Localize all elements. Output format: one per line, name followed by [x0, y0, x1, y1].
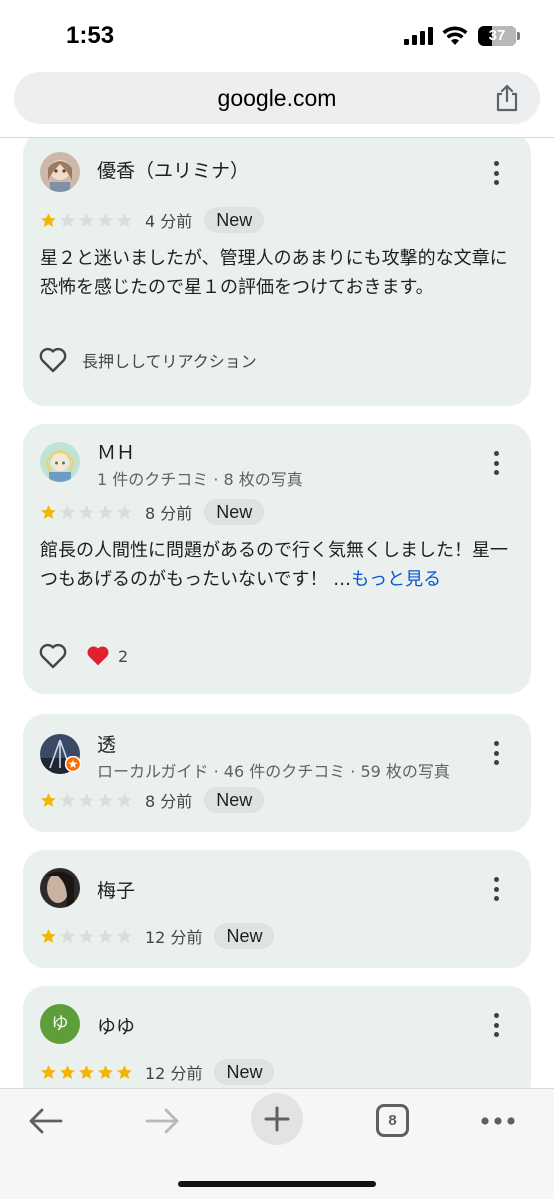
- back-button[interactable]: [20, 1101, 72, 1141]
- address-bar[interactable]: google.com: [14, 72, 540, 124]
- star-empty-icon: [98, 212, 113, 227]
- review-time: 12 分前: [145, 1064, 203, 1083]
- reaction-hint: 長押ししてリアクション: [82, 352, 257, 371]
- tab-switcher-button[interactable]: 8: [376, 1104, 409, 1137]
- review-card: ゆ ゆゆ 12 分前 New: [23, 986, 531, 1088]
- avatar[interactable]: ゆ: [40, 1004, 80, 1044]
- red-heart-reaction-icon[interactable]: [86, 645, 110, 667]
- reaction-row: 長押ししてリアクション: [38, 344, 257, 376]
- review-card: ＭＨ 1 件のクチコミ · 8 枚の写真 8 分前 New 館長の人間性に問題が…: [23, 424, 531, 694]
- star-filled-icon: [41, 792, 56, 807]
- star-rating: [40, 504, 133, 521]
- more-horizontal-icon: [481, 1117, 515, 1125]
- reaction-count: 2: [118, 646, 129, 666]
- review-card: 優香（ユリミナ） 4 分前 New 星２と迷いましたが、管理人のあまりにも攻撃的…: [23, 138, 531, 406]
- star-empty-icon: [60, 928, 75, 943]
- new-tab-button[interactable]: [251, 1093, 303, 1145]
- star-empty-icon: [60, 504, 75, 519]
- browser-toolbar: 8: [0, 1088, 554, 1199]
- star-rating: [40, 1064, 133, 1081]
- star-empty-icon: [60, 212, 75, 227]
- star-rating: [40, 928, 133, 945]
- local-guide-badge-icon: [65, 756, 81, 772]
- new-badge: New: [204, 787, 265, 813]
- star-rating: [40, 792, 133, 809]
- read-more-link[interactable]: もっと見る: [351, 569, 441, 590]
- star-empty-icon: [117, 212, 132, 227]
- avatar[interactable]: [40, 868, 80, 908]
- star-filled-icon: [41, 1064, 56, 1079]
- new-badge: New: [214, 1059, 275, 1085]
- star-empty-icon: [79, 928, 94, 943]
- more-options-icon[interactable]: [485, 158, 507, 188]
- reviewer-name[interactable]: 優香（ユリミナ）: [97, 156, 249, 183]
- more-options-icon[interactable]: [485, 874, 507, 904]
- reviewer-name[interactable]: ＭＨ: [97, 438, 135, 465]
- star-filled-icon: [117, 1064, 132, 1079]
- avatar[interactable]: [40, 152, 80, 192]
- reviewer-name[interactable]: ゆゆ: [97, 1012, 135, 1039]
- menu-button[interactable]: [472, 1101, 524, 1141]
- star-filled-icon: [41, 928, 56, 943]
- star-filled-icon: [60, 1064, 75, 1079]
- more-options-icon[interactable]: [485, 1010, 507, 1040]
- star-empty-icon: [79, 792, 94, 807]
- review-text: 星２と迷いましたが、管理人のあまりにも攻撃的な文章に恐怖を感じたので星１の評価を…: [40, 248, 508, 298]
- star-empty-icon: [79, 212, 94, 227]
- reviewer-stats: 1 件のクチコミ · 8 枚の写真: [97, 470, 303, 489]
- new-badge: New: [204, 499, 265, 525]
- more-options-icon[interactable]: [485, 448, 507, 478]
- review-time: 12 分前: [145, 928, 203, 947]
- reviews-feed[interactable]: 優香（ユリミナ） 4 分前 New 星２と迷いましたが、管理人のあまりにも攻撃的…: [0, 138, 554, 1088]
- home-indicator[interactable]: [178, 1181, 376, 1187]
- star-rating: [40, 212, 133, 229]
- rating-row: 4 分前 New: [40, 206, 265, 234]
- review-text: 館長の人間性に問題があるので行く気無くしました！星一つもあげるのがもったいないで…: [40, 536, 514, 594]
- star-empty-icon: [98, 504, 113, 519]
- star-empty-icon: [60, 792, 75, 807]
- new-badge: New: [214, 923, 275, 949]
- star-empty-icon: [117, 792, 132, 807]
- review-time: 8 分前: [145, 792, 193, 811]
- status-time: 1:53: [66, 22, 115, 49]
- like-heart-icon[interactable]: [38, 346, 68, 374]
- review-card: 梅子 12 分前 New: [23, 850, 531, 968]
- star-filled-icon: [41, 212, 56, 227]
- avatar[interactable]: [40, 442, 80, 482]
- star-filled-icon: [41, 504, 56, 519]
- like-heart-icon[interactable]: [38, 642, 68, 670]
- plus-icon: [264, 1106, 290, 1132]
- battery-icon: 37: [478, 26, 520, 46]
- cellular-signal-icon: [404, 27, 434, 45]
- avatar-letter: ゆ: [51, 1014, 69, 1034]
- star-empty-icon: [117, 928, 132, 943]
- share-icon[interactable]: [494, 84, 520, 112]
- arrow-left-icon: [29, 1108, 63, 1134]
- star-filled-icon: [98, 1064, 113, 1079]
- star-empty-icon: [98, 792, 113, 807]
- more-options-icon[interactable]: [485, 738, 507, 768]
- reviewer-name[interactable]: 梅子: [97, 876, 135, 903]
- review-time: 4 分前: [145, 212, 193, 231]
- url-text[interactable]: google.com: [14, 72, 540, 124]
- star-filled-icon: [79, 1064, 94, 1079]
- reaction-row: 2: [38, 640, 128, 672]
- rating-row: 8 分前 New: [40, 498, 265, 526]
- review-card: 透 ローカルガイド · 46 件のクチコミ · 59 枚の写真 8 分前 New: [23, 714, 531, 832]
- star-empty-icon: [98, 928, 113, 943]
- status-bar: 1:53 37: [0, 0, 554, 70]
- star-empty-icon: [117, 504, 132, 519]
- wifi-icon: [442, 26, 468, 45]
- battery-level: 37: [488, 27, 506, 44]
- forward-button[interactable]: [136, 1101, 188, 1141]
- rating-row: 12 分前 New: [40, 1058, 275, 1086]
- rating-row: 8 分前 New: [40, 786, 265, 814]
- reviewer-stats: ローカルガイド · 46 件のクチコミ · 59 枚の写真: [97, 762, 450, 781]
- reviewer-name[interactable]: 透: [97, 730, 116, 757]
- new-badge: New: [204, 207, 265, 233]
- rating-row: 12 分前 New: [40, 922, 275, 950]
- star-empty-icon: [79, 504, 94, 519]
- arrow-right-icon: [145, 1108, 179, 1134]
- review-time: 8 分前: [145, 504, 193, 523]
